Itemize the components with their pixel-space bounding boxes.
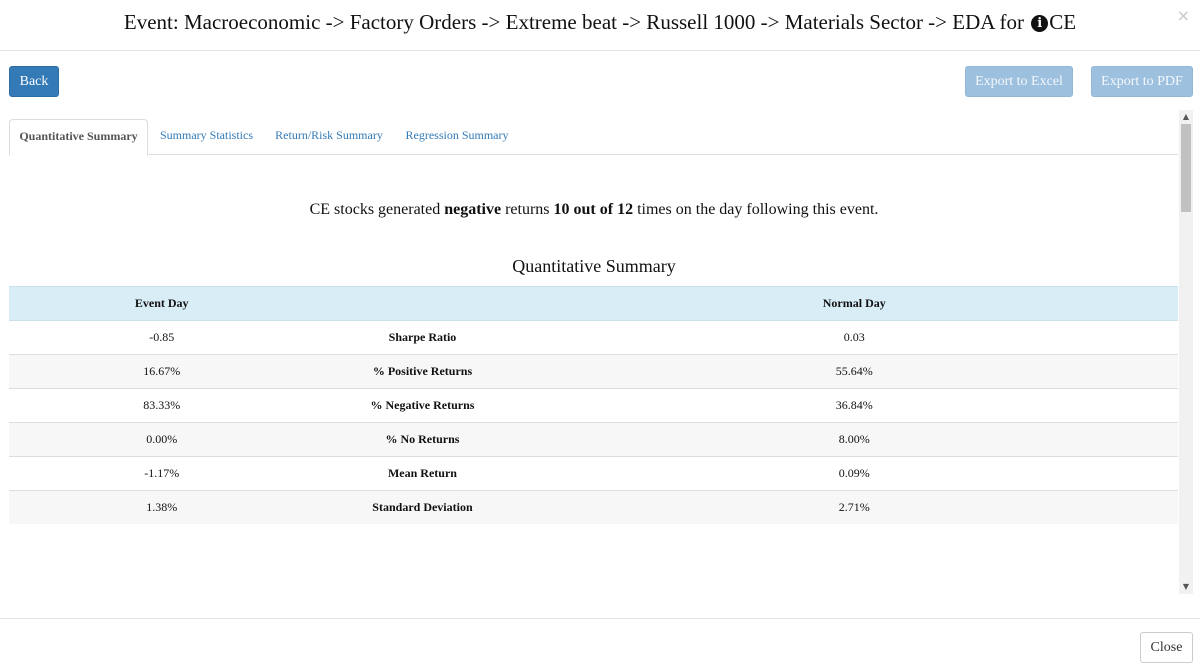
metric-label: Sharpe Ratio — [314, 320, 531, 355]
title-ticker: CE — [1049, 10, 1077, 34]
metric-label: Mean Return — [314, 456, 531, 491]
scrollbar[interactable]: ▲ ▼ — [1179, 110, 1193, 594]
close-button[interactable]: Close — [1140, 632, 1193, 663]
back-button[interactable]: Back — [9, 66, 59, 97]
title-text: Event: Macroeconomic -> Factory Orders -… — [123, 10, 1030, 34]
metric-label: Standard Deviation — [314, 490, 531, 524]
table-row: 83.33% % Negative Returns 36.84% — [9, 388, 1178, 423]
summary-text-3: times on the day following this event. — [633, 201, 879, 218]
tab-bar: Quantitative Summary Summary Statistics … — [9, 119, 1178, 156]
table-row: 16.67% % Positive Returns 55.64% — [9, 354, 1178, 389]
normal-day-value: 0.03 — [530, 320, 1178, 355]
summary-text-1: CE stocks generated — [309, 201, 445, 218]
quantitative-summary-table: Event Day Normal Day -0.85 Sharpe Ratio … — [9, 286, 1178, 524]
table-row: -1.17% Mean Return 0.09% — [9, 456, 1178, 491]
table-row: 1.38% Standard Deviation 2.71% — [9, 490, 1178, 524]
event-day-value: 83.33% — [9, 388, 315, 423]
normal-day-value: 2.71% — [530, 490, 1178, 524]
export-excel-button[interactable]: Export to Excel — [965, 66, 1073, 97]
tab-summary-statistics[interactable]: Summary Statistics — [148, 119, 265, 155]
header-event-day: Event Day — [9, 286, 315, 321]
scroll-down-arrow-icon[interactable]: ▼ — [1179, 580, 1193, 594]
normal-day-value: 0.09% — [530, 456, 1178, 491]
modal-title: Event: Macroeconomic -> Factory Orders -… — [0, 10, 1200, 35]
metric-label: % No Returns — [314, 422, 531, 457]
normal-day-value: 36.84% — [530, 388, 1178, 423]
header-normal-day: Normal Day — [530, 286, 1178, 321]
scroll-thumb[interactable] — [1181, 124, 1191, 212]
metric-label: % Positive Returns — [314, 354, 531, 389]
table-header-row: Event Day Normal Day — [9, 286, 1178, 321]
tab-return-risk-summary[interactable]: Return/Risk Summary — [265, 119, 393, 155]
tab-quantitative-summary[interactable]: Quantitative Summary — [9, 119, 148, 156]
export-pdf-button[interactable]: Export to PDF — [1091, 66, 1193, 97]
modal-footer — [0, 618, 1200, 671]
info-circle-icon[interactable]: i — [1031, 15, 1049, 32]
section-title: Quantitative Summary — [512, 256, 676, 276]
summary-text-2: returns — [501, 201, 554, 218]
event-day-value: -0.85 — [9, 320, 315, 355]
modal-header: Event: Macroeconomic -> Factory Orders -… — [0, 0, 1200, 51]
event-day-value: -1.17% — [9, 456, 315, 491]
summary-sentence: CE stocks generated negative returns 10 … — [0, 201, 1188, 219]
normal-day-value: 8.00% — [530, 422, 1178, 457]
event-day-value: 16.67% — [9, 354, 315, 389]
tab-regression-summary[interactable]: Regression Summary — [393, 119, 521, 155]
header-metric — [314, 286, 531, 321]
table-row: 0.00% % No Returns 8.00% — [9, 422, 1178, 457]
summary-direction: negative — [444, 201, 502, 218]
event-day-value: 0.00% — [9, 422, 315, 457]
summary-count: 10 out of 12 — [553, 201, 634, 218]
table-row: -0.85 Sharpe Ratio 0.03 — [9, 320, 1178, 355]
close-icon[interactable]: × — [1177, 6, 1190, 25]
scroll-up-arrow-icon[interactable]: ▲ — [1179, 110, 1193, 124]
normal-day-value: 55.64% — [530, 354, 1178, 389]
metric-label: % Negative Returns — [314, 388, 531, 423]
event-day-value: 1.38% — [9, 490, 315, 524]
